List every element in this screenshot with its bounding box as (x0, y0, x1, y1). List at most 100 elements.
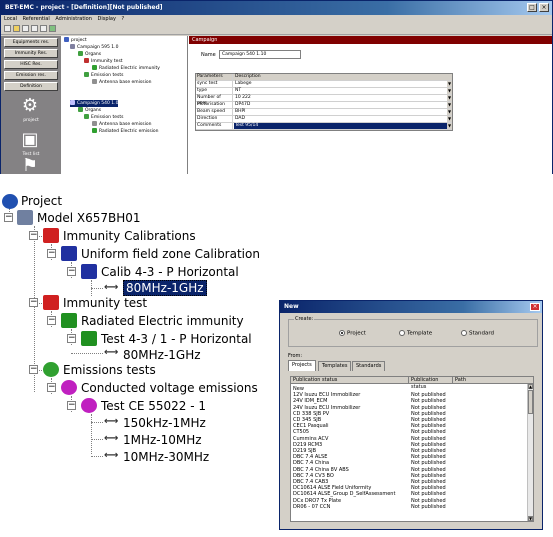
tree-node-immunity-test[interactable]: Immunity test (84, 58, 123, 65)
dropdown-arrow-icon[interactable]: ▼ (447, 81, 452, 87)
test-list-icon[interactable]: ▣ (18, 128, 42, 152)
radio-project[interactable]: Project (339, 330, 366, 338)
tree-radiated-immunity[interactable]: Radiated Electric immunity (81, 314, 244, 328)
param-row[interactable]: Beam speed BHPI ▼ (196, 109, 452, 116)
folder-icon (70, 44, 75, 49)
parameters-table: Parameters Description sync test Labege ▼ t… (195, 73, 453, 131)
tree-calib-freq[interactable]: 80MHz-1GHz (123, 280, 207, 296)
tree-test-4-3[interactable]: Test 4-3 / 1 - P Horizontal (101, 332, 252, 346)
dropdown-arrow-icon[interactable]: ▼ (447, 102, 452, 108)
param-row[interactable]: Number of pers 10 222 ▼ (196, 95, 452, 106)
maximize-icon[interactable]: □ (527, 3, 537, 12)
tree-node-radiated-emission[interactable]: Radiated Electric emission (92, 128, 159, 135)
param-row[interactable]: Motorisation DP47D ▼ (196, 102, 452, 109)
list-item[interactable]: DR06 - 07 CCN Not published (291, 504, 527, 510)
tree-node-campaign-595[interactable]: Campaign 595 1.0 (70, 44, 118, 51)
copy-icon[interactable] (40, 25, 47, 32)
collapse-icon[interactable]: − (47, 383, 56, 392)
param-row[interactable]: Comments Test 95/14 ▼ (196, 123, 452, 130)
collapse-icon[interactable]: − (29, 231, 38, 240)
param-row[interactable]: sync test Labege ▼ (196, 81, 452, 88)
tree-conducted-emissions[interactable]: Conducted voltage emissions (81, 381, 258, 395)
collapse-icon[interactable]: − (67, 401, 76, 410)
name-input[interactable]: Campaign 540 1.10 (219, 50, 301, 59)
menu-help[interactable]: ? (122, 16, 125, 22)
collapse-icon[interactable]: − (67, 267, 76, 276)
param-row[interactable]: Direction DAD ▼ (196, 116, 452, 123)
tree-project[interactable]: Project (21, 194, 62, 208)
nav-definition[interactable]: Definition (4, 82, 58, 91)
close-icon[interactable]: × (530, 303, 540, 311)
menu-administration[interactable]: Administration (55, 16, 92, 22)
immunity-icon (84, 58, 89, 63)
menu-referential[interactable]: Referential (23, 16, 50, 22)
list-item-name: DC10614 ALSE_Group D_SelfAssessment (293, 491, 396, 498)
project-icon[interactable]: ⚙ (18, 94, 42, 118)
collapse-icon[interactable]: − (29, 365, 38, 374)
lock-icon[interactable]: ⚑ (18, 157, 42, 175)
tab-standards[interactable]: Standards (352, 361, 386, 371)
tree-immunity-calibrations[interactable]: Immunity Calibrations (63, 229, 196, 243)
antenna-icon (92, 65, 97, 70)
tab-templates[interactable]: Templates (318, 361, 352, 371)
tree-ce-freq-3[interactable]: 10MHz-30MHz (123, 450, 209, 464)
dropdown-arrow-icon[interactable]: ▼ (447, 95, 452, 101)
dropdown-arrow-icon[interactable]: ▼ (447, 109, 452, 115)
app-window: BET-EMC - project - [Definition][Not pub… (0, 0, 553, 175)
dropdown-arrow-icon[interactable]: ▼ (447, 116, 452, 122)
open-folder-icon[interactable] (13, 25, 20, 32)
save-icon[interactable] (22, 25, 29, 32)
tree-model[interactable]: Model X657BH01 (37, 211, 141, 225)
collapse-icon[interactable]: − (47, 249, 56, 258)
list-item-name: D219 SJB (293, 448, 317, 454)
collapse-icon[interactable]: − (4, 213, 13, 222)
print-icon[interactable] (31, 25, 38, 32)
tree-calib-freq-label: 80MHz-1GHz (123, 280, 207, 296)
tree-node-antenna-emission-2[interactable]: Antenna base emission (92, 121, 151, 128)
tool-icon[interactable] (49, 25, 56, 32)
tab-projects[interactable]: Projects (288, 360, 316, 371)
tree-emissions-tests[interactable]: Emissions tests (63, 363, 156, 377)
antenna-icon (92, 121, 97, 126)
scroll-down-icon[interactable]: ▼ (528, 516, 533, 521)
tree-node-emission-tests[interactable]: Emission tests (84, 72, 123, 79)
nav-emission-res[interactable]: Emission res. (4, 71, 58, 80)
tree-node-organs[interactable]: Organs (78, 51, 101, 58)
menu-local[interactable]: Local (4, 16, 17, 22)
nav-immunity-res[interactable]: Immunity Res. (4, 49, 58, 58)
column-publication-name[interactable]: Publication status (291, 377, 409, 384)
vertical-scrollbar[interactable]: ▲ ▼ (527, 384, 533, 521)
tree-test-4-3-freq[interactable]: 80MHz-1GHz (123, 348, 201, 362)
tree-node-campaign-540[interactable]: Campaign 540 1.0 (70, 100, 119, 107)
close-icon[interactable]: × (539, 3, 549, 12)
tree-node-radiated-immunity[interactable]: Radiated Electric immunity (92, 65, 160, 72)
tree-node-antenna-emission[interactable]: Antenna base emission (92, 79, 151, 86)
tree-immunity-test[interactable]: Immunity test (63, 296, 147, 310)
scroll-up-icon[interactable]: ▲ (528, 384, 533, 389)
dropdown-arrow-icon[interactable]: ▼ (447, 123, 452, 129)
tree-uniform-field[interactable]: Uniform field zone Calibration (81, 247, 260, 261)
collapse-icon[interactable]: − (67, 334, 76, 343)
collapse-icon[interactable]: − (29, 298, 38, 307)
scroll-thumb[interactable] (528, 390, 533, 414)
tree-ce-freq-2[interactable]: 1MHz-10MHz (123, 433, 202, 447)
tree-node-project[interactable]: project (64, 37, 87, 44)
emission-icon (43, 362, 59, 377)
column-path[interactable]: Path (453, 377, 533, 384)
nav-hisc-res[interactable]: HISC Res. (4, 60, 58, 69)
tree-test-ce[interactable]: Test CE 55022 - 1 (101, 399, 206, 413)
dropdown-arrow-icon[interactable]: ▼ (447, 88, 452, 94)
tree-node-emission-tests-2[interactable]: Emission tests (84, 114, 123, 121)
collapse-icon[interactable]: − (47, 316, 56, 325)
new-file-icon[interactable] (4, 25, 11, 32)
tree-calib-4-3[interactable]: Calib 4-3 - P Horizontal (101, 265, 239, 279)
tree-node-organs-2[interactable]: Organs (78, 107, 101, 114)
param-row[interactable]: type NT ▼ (196, 88, 452, 95)
column-publication-status[interactable]: Publication status (409, 377, 453, 390)
radio-template[interactable]: Template (399, 330, 432, 338)
menu-display[interactable]: Display (98, 16, 116, 22)
tree-ce-freq-1[interactable]: 150kHz-1MHz (123, 416, 206, 430)
list-item-status: Not published (411, 472, 446, 479)
radio-standard[interactable]: Standard (461, 330, 494, 338)
nav-equipments-res[interactable]: Equipments res. (4, 38, 58, 47)
